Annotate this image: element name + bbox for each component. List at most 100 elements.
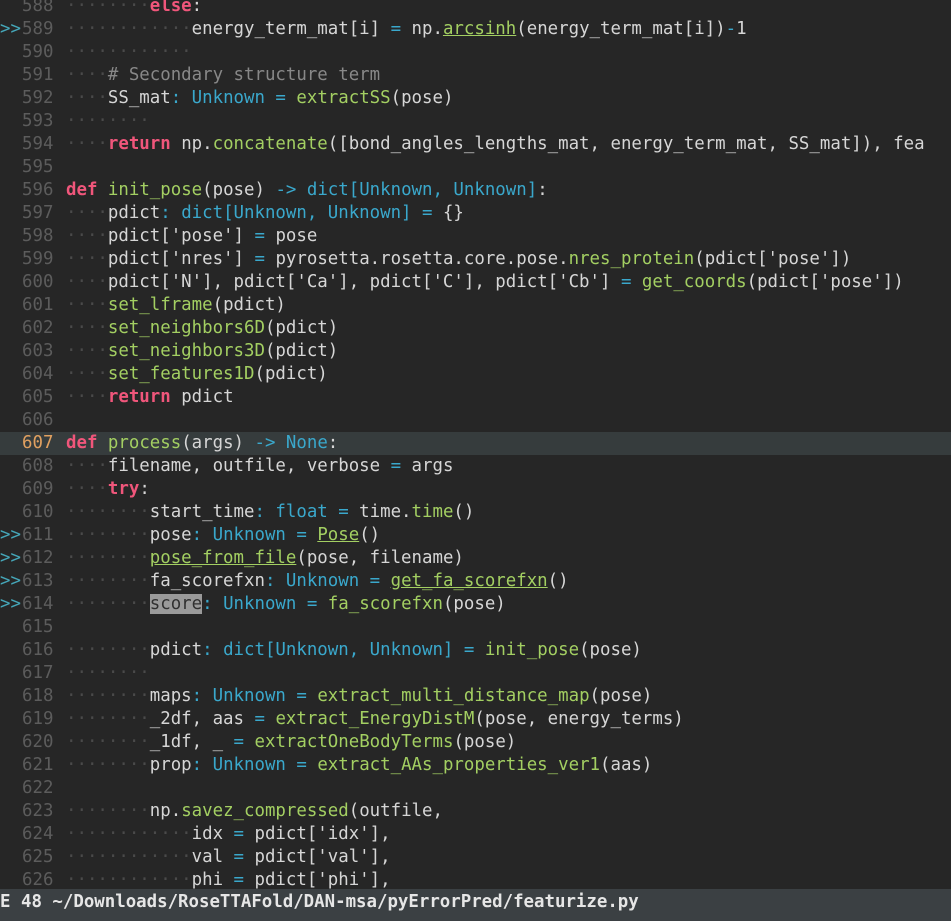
code-text[interactable]: ········pose_from_file(pose, filename) bbox=[66, 547, 464, 570]
code-token: = bbox=[233, 732, 245, 752]
code-line[interactable]: 605 ····return pdict bbox=[0, 386, 951, 409]
code-text[interactable]: ····return np.concatenate([bond_angles_l… bbox=[66, 133, 925, 156]
code-text[interactable]: ········pose: Unknown = Pose() bbox=[66, 524, 380, 547]
line-number: 623 bbox=[22, 801, 54, 821]
code-text[interactable]: ············val = pdict['val'], bbox=[66, 846, 391, 869]
code-text[interactable]: ····set_neighbors6D(pdict) bbox=[66, 317, 338, 340]
code-line[interactable]: 624 ············idx = pdict['idx'], bbox=[0, 823, 951, 846]
code-token: pdict bbox=[107, 203, 161, 223]
code-token: ········ bbox=[66, 755, 150, 775]
code-line[interactable]: 618 ········maps: Unknown = extract_multi… bbox=[0, 685, 951, 708]
code-line[interactable]: 609 ····try: bbox=[0, 478, 951, 501]
code-line[interactable]: 604 ····set_features1D(pdict) bbox=[0, 363, 951, 386]
code-token: ············ bbox=[66, 42, 192, 62]
code-line[interactable]: >> 613 ········fa_scorefxn: Unknown = get_… bbox=[0, 570, 951, 593]
code-text[interactable]: ····filename, outfile, verbose = args bbox=[66, 455, 453, 478]
code-line[interactable]: 615 bbox=[0, 616, 951, 639]
code-token: : dict[Unknown, Unknown] = bbox=[160, 203, 433, 223]
code-text[interactable]: ········ bbox=[66, 662, 150, 685]
code-text[interactable]: ············ bbox=[66, 41, 192, 64]
code-text[interactable]: ········else: bbox=[66, 0, 202, 18]
code-token: maps bbox=[149, 686, 192, 706]
code-line[interactable]: 621 ········prop: Unknown = extract_AAs_p… bbox=[0, 754, 951, 777]
code-line[interactable]: 623 ········np.savez_compressed(outfile, bbox=[0, 800, 951, 823]
code-text[interactable]: ····pdict['pose'] = pose bbox=[66, 225, 317, 248]
code-line[interactable]: 601 ····set_lframe(pdict) bbox=[0, 294, 951, 317]
code-token: -> dict[Unknown, Unknown] bbox=[275, 180, 538, 200]
code-line[interactable]: >> 614 ········score: Unknown = fa_scorefx… bbox=[0, 593, 951, 616]
code-text[interactable]: ········pdict: dict[Unknown, Unknown] = … bbox=[66, 639, 642, 662]
code-text[interactable]: ········ bbox=[66, 110, 150, 133]
code-token: ········ bbox=[66, 111, 150, 131]
code-text[interactable]: ····SS_mat: Unknown = extractSS(pose) bbox=[66, 87, 453, 110]
code-line[interactable]: 596 def init_pose(pose) -> dict[Unknown, … bbox=[0, 179, 951, 202]
code-token: ···· bbox=[66, 479, 108, 499]
code-text[interactable]: ········maps: Unknown = extract_multi_di… bbox=[66, 685, 652, 708]
code-text[interactable]: ········start_time: float = time.time() bbox=[66, 501, 474, 524]
code-line[interactable]: 619 ········_2df, aas = extract_EnergyDis… bbox=[0, 708, 951, 731]
code-text[interactable]: ····set_neighbors3D(pdict) bbox=[66, 340, 338, 363]
code-line[interactable]: 616 ········pdict: dict[Unknown, Unknown]… bbox=[0, 639, 951, 662]
code-line[interactable]: 592 ····SS_mat: Unknown = extractSS(pose) bbox=[0, 87, 951, 110]
code-text[interactable]: def process(args) -> None: bbox=[66, 432, 338, 455]
code-line[interactable]: 593 ········ bbox=[0, 110, 951, 133]
code-text[interactable]: ········_1df, _ = extractOneBodyTerms(po… bbox=[66, 731, 516, 754]
code-line[interactable]: >> 612 ········pose_from_file(pose, filena… bbox=[0, 547, 951, 570]
code-text[interactable]: ············energy_term_mat[i] = np.arcs… bbox=[66, 18, 747, 41]
code-line[interactable]: 625 ············val = pdict['val'], bbox=[0, 846, 951, 869]
code-text[interactable]: def init_pose(pose) -> dict[Unknown, Unk… bbox=[66, 179, 548, 202]
code-text[interactable]: ····return pdict bbox=[66, 386, 234, 409]
code-text[interactable]: ············phi = pdict['phi'], bbox=[66, 869, 391, 889]
code-token: _1df, _ bbox=[149, 732, 234, 752]
code-line[interactable]: 617 ········ bbox=[0, 662, 951, 685]
code-line[interactable]: 595 bbox=[0, 156, 951, 179]
code-text[interactable]: ····set_features1D(pdict) bbox=[66, 363, 328, 386]
code-text[interactable]: ········np.savez_compressed(outfile, bbox=[66, 800, 443, 823]
code-text[interactable]: ········prop: Unknown = extract_AAs_prop… bbox=[66, 754, 652, 777]
code-line[interactable]: 594 ····return np.concatenate([bond_angle… bbox=[0, 133, 951, 156]
code-text[interactable]: ····# Secondary structure term bbox=[66, 64, 380, 87]
code-token: ········ bbox=[66, 663, 150, 683]
code-line[interactable]: 606 bbox=[0, 409, 951, 432]
code-token: ···· bbox=[66, 88, 108, 108]
code-text[interactable]: ····set_lframe(pdict) bbox=[66, 294, 286, 317]
code-line[interactable]: >> 589 ············energy_term_mat[i] = np… bbox=[0, 18, 951, 41]
code-line[interactable]: 620 ········_1df, _ = extractOneBodyTerms… bbox=[0, 731, 951, 754]
code-line[interactable]: 603 ····set_neighbors3D(pdict) bbox=[0, 340, 951, 363]
code-line[interactable]: 608 ····filename, outfile, verbose = args bbox=[0, 455, 951, 478]
status-bar: E 48 ~/Downloads/RoseTTAFold/DAN-msa/pyE… bbox=[0, 889, 951, 921]
code-editor[interactable]: 588 ········else: >> 589 ············energy_… bbox=[0, 0, 951, 889]
code-token: extract_AAs_properties_ver1 bbox=[317, 755, 601, 775]
code-token: (aas) bbox=[600, 755, 653, 775]
code-text[interactable]: ····try: bbox=[66, 478, 150, 501]
line-number: 590 bbox=[22, 42, 54, 62]
code-line[interactable]: 591 ····# Secondary structure term bbox=[0, 64, 951, 87]
code-line[interactable]: 626 ············phi = pdict['phi'], bbox=[0, 869, 951, 889]
code-token: pose bbox=[149, 525, 192, 545]
status-count: 48 bbox=[20, 892, 42, 912]
code-line[interactable]: 597 ····pdict: dict[Unknown, Unknown] = {… bbox=[0, 202, 951, 225]
code-line[interactable]: 622 bbox=[0, 777, 951, 800]
code-line[interactable]: 590 ············ bbox=[0, 41, 951, 64]
code-token: (pose) bbox=[579, 640, 642, 660]
code-line[interactable]: 599 ····pdict['nres'] = pyrosetta.rosetta… bbox=[0, 248, 951, 271]
code-text[interactable]: ········_2df, aas = extract_EnergyDistM(… bbox=[66, 708, 684, 731]
code-text[interactable]: ········fa_scorefxn: Unknown = get_fa_sc… bbox=[66, 570, 569, 593]
code-token: ········ bbox=[66, 709, 150, 729]
code-token: : Unknown = bbox=[191, 755, 307, 775]
code-line[interactable]: 610 ········start_time: float = time.time… bbox=[0, 501, 951, 524]
code-line[interactable]: 607 def process(args) -> None: bbox=[0, 432, 951, 455]
code-line[interactable]: 600 ····pdict['N'], pdict['Ca'], pdict['C… bbox=[0, 271, 951, 294]
code-line[interactable]: 588 ········else: bbox=[0, 0, 951, 18]
code-text[interactable]: ····pdict: dict[Unknown, Unknown] = {} bbox=[66, 202, 464, 225]
code-text[interactable]: ····pdict['nres'] = pyrosetta.rosetta.co… bbox=[66, 248, 851, 271]
code-text[interactable]: ········score: Unknown = fa_scorefxn(pos… bbox=[66, 593, 506, 616]
code-line[interactable]: >> 611 ········pose: Unknown = Pose() bbox=[0, 524, 951, 547]
code-token: return bbox=[107, 134, 171, 154]
code-token: time. bbox=[348, 502, 412, 522]
line-number: 610 bbox=[22, 502, 54, 522]
code-line[interactable]: 598 ····pdict['pose'] = pose bbox=[0, 225, 951, 248]
code-line[interactable]: 602 ····set_neighbors6D(pdict) bbox=[0, 317, 951, 340]
code-text[interactable]: ····pdict['N'], pdict['Ca'], pdict['C'],… bbox=[66, 271, 904, 294]
code-text[interactable]: ············idx = pdict['idx'], bbox=[66, 823, 391, 846]
